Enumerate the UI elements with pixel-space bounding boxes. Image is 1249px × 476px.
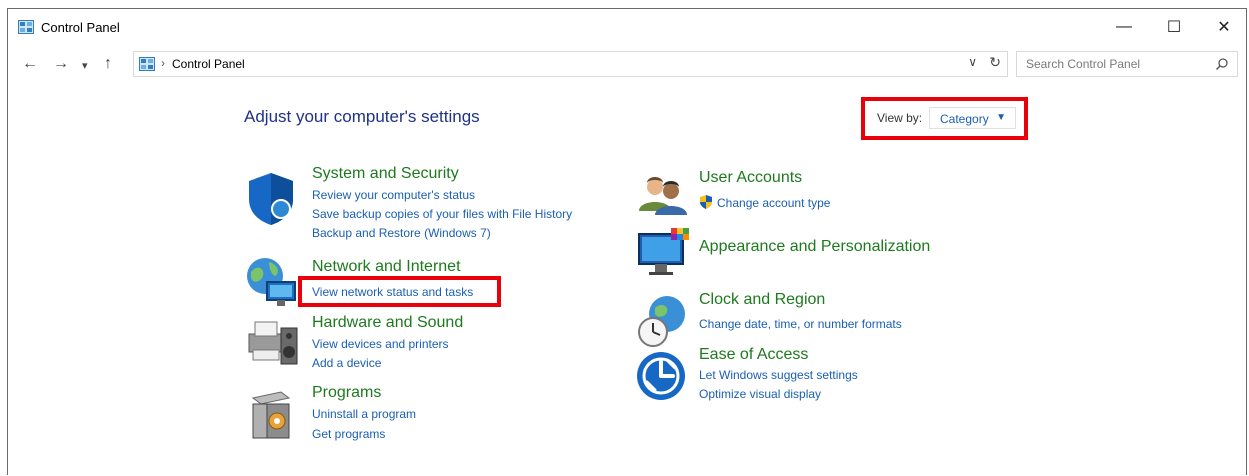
back-button[interactable]: ← [22,54,38,74]
recent-locations-button[interactable]: ▾ [82,56,88,76]
link-date-time-formats[interactable]: Change date, time, or number formats [699,317,902,331]
minimize-button[interactable]: — [1101,9,1147,45]
link-review-status[interactable]: Review your computer's status [312,188,475,202]
address-dropdown-button[interactable]: ∨ [968,55,977,69]
link-get-programs[interactable]: Get programs [312,427,385,441]
programs-box-icon [251,391,291,439]
window-title: Control Panel [41,20,120,35]
breadcrumb-separator: › [161,56,165,70]
search-box[interactable]: Search Control Panel [1016,51,1238,77]
link-suggest-settings[interactable]: Let Windows suggest settings [699,368,858,382]
title-bar: Control Panel — ☐ ✕ [8,9,1246,45]
link-optimize-visual-display[interactable]: Optimize visual display [699,387,821,401]
view-by-highlight: View by: Category ▼ [861,97,1028,140]
ease-of-access-icon [637,352,685,400]
link-uninstall-program[interactable]: Uninstall a program [312,407,416,421]
category-title-system-security[interactable]: System and Security [312,165,459,183]
users-icon [639,177,687,215]
search-icon[interactable] [1215,57,1229,71]
network-globe-icon [247,258,296,306]
uac-shield-icon [700,195,712,209]
view-by-dropdown[interactable]: Category ▼ [929,107,1016,129]
up-button[interactable]: ↑ [104,54,112,74]
link-backup-restore[interactable]: Backup and Restore (Windows 7) [312,226,491,240]
link-file-history[interactable]: Save backup copies of your files with Fi… [312,207,572,221]
monitor-palette-icon [638,228,689,275]
category-title-clock-region[interactable]: Clock and Region [699,291,825,309]
address-bar[interactable]: › Control Panel ∨ ↻ [133,51,1008,77]
clock-globe-icon [638,296,685,347]
link-change-account-type-label: Change account type [717,196,831,210]
close-button[interactable]: ✕ [1201,9,1247,45]
control-panel-icon [18,20,34,34]
breadcrumb-control-panel[interactable]: Control Panel [172,57,245,71]
dropdown-arrow-icon: ▼ [996,112,1006,123]
address-row: ← → ▾ ↑ › Control Panel ∨ ↻ Search Contr… [8,49,1246,81]
control-panel-window: Control Panel — ☐ ✕ ← → ▾ ↑ › Control Pa… [7,8,1247,475]
control-panel-icon [139,57,155,71]
category-title-ease-of-access[interactable]: Ease of Access [699,346,808,364]
link-change-account-type[interactable]: Change account type [699,195,830,210]
refresh-button[interactable]: ↻ [989,54,1001,71]
link-devices-printers[interactable]: View devices and printers [312,337,449,351]
network-status-highlight [298,276,501,307]
category-title-programs[interactable]: Programs [312,384,381,402]
category-title-hardware-sound[interactable]: Hardware and Sound [312,314,463,332]
printer-speaker-icon [248,321,298,365]
view-by-label: View by: [877,111,923,125]
system-security-shield-icon [249,173,293,225]
category-title-network[interactable]: Network and Internet [312,258,461,276]
view-by-value: Category [940,112,989,126]
category-title-user-accounts[interactable]: User Accounts [699,169,802,187]
search-input[interactable]: Search Control Panel [1026,57,1140,71]
link-add-device[interactable]: Add a device [312,356,381,370]
page-heading: Adjust your computer's settings [244,107,480,126]
maximize-button[interactable]: ☐ [1151,9,1197,45]
forward-button[interactable]: → [53,54,69,74]
category-title-appearance[interactable]: Appearance and Personalization [699,238,930,256]
